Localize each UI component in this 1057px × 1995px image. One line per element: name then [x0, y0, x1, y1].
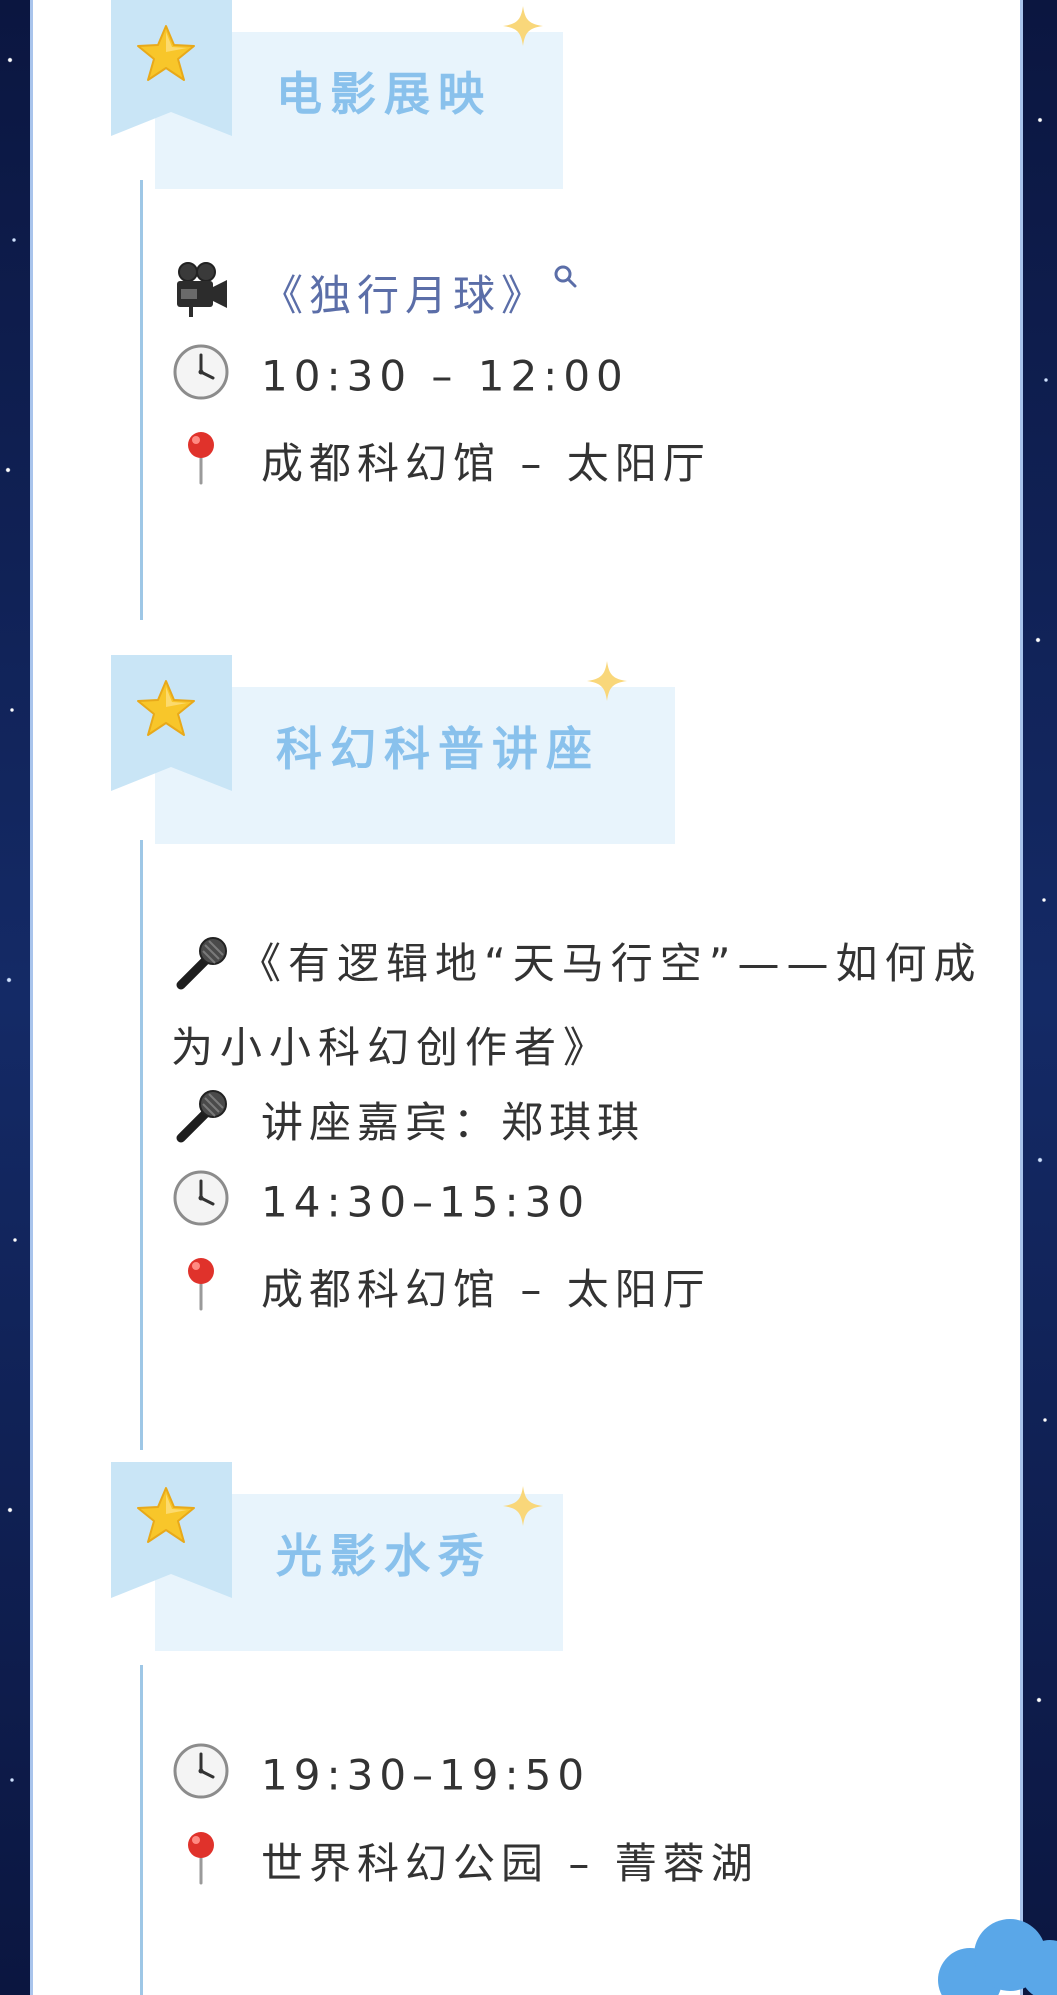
- location-text: 成都科幻馆 – 太阳厅: [261, 1265, 711, 1314]
- lecture-title-line: 《有逻辑地“天马行空”——如何成为小小科幻创作者》: [171, 922, 1021, 1090]
- time-line: 14:30–15:30: [171, 1172, 590, 1232]
- map-pin-icon: [171, 427, 231, 487]
- location-text: 世界科幻公园 – 菁蓉湖: [261, 1839, 759, 1888]
- section-header: 光影水秀: [111, 1462, 691, 1672]
- star-icon: [134, 677, 198, 741]
- section-header: 电影展映: [111, 0, 691, 210]
- sparkle-icon: [501, 1484, 545, 1528]
- microphone-icon: [171, 933, 231, 993]
- time-text: 14:30–15:30: [261, 1177, 591, 1227]
- film-title-link[interactable]: 《独行月球》: [261, 271, 549, 320]
- section-title: 光影水秀: [276, 1529, 492, 1583]
- clock-icon: [171, 1168, 231, 1228]
- section-title: 科幻科普讲座: [276, 722, 600, 776]
- lecture-title-text: 《有逻辑地“天马行空”——如何成为小小科幻创作者》: [171, 939, 983, 1072]
- sparkle-icon: [585, 659, 629, 703]
- timeline-line: [140, 180, 143, 620]
- star-icon: [134, 22, 198, 86]
- section-title: 电影展映: [276, 67, 492, 121]
- location-text: 成都科幻馆 – 太阳厅: [261, 439, 711, 488]
- speaker-line: 讲座嘉宾：郑琪琪: [171, 1089, 645, 1150]
- star-icon: [134, 1484, 198, 1548]
- time-line: 19:30–19:50: [171, 1745, 590, 1805]
- time-line: 10:30 – 12:00: [171, 346, 629, 406]
- cloud-decoration: [938, 1919, 1057, 1995]
- location-line: 世界科幻公园 – 菁蓉湖: [171, 1830, 759, 1891]
- sparkle-icon: [501, 4, 545, 48]
- film-line[interactable]: 《独行月球》: [171, 262, 549, 323]
- search-icon[interactable]: [551, 262, 579, 290]
- map-pin-icon: [171, 1253, 231, 1313]
- clock-icon: [171, 342, 231, 402]
- clock-icon: [171, 1741, 231, 1801]
- location-line: 成都科幻馆 – 太阳厅: [171, 1256, 711, 1317]
- speaker-text: 讲座嘉宾：郑琪琪: [261, 1098, 646, 1147]
- movie-camera-icon: [171, 259, 231, 319]
- time-text: 19:30–19:50: [261, 1750, 591, 1800]
- map-pin-icon: [171, 1827, 231, 1887]
- timeline-line: [140, 840, 143, 1450]
- schedule-card: 电影展映 《独行月球》 10:30 – 12:00 成都科幻馆 – 太阳厅 科幻…: [30, 0, 1023, 1995]
- timeline-line: [140, 1665, 143, 1995]
- section-header: 科幻科普讲座: [111, 655, 691, 865]
- microphone-icon: [171, 1086, 231, 1146]
- location-line: 成都科幻馆 – 太阳厅: [171, 430, 711, 491]
- time-text: 10:30 – 12:00: [261, 351, 629, 401]
